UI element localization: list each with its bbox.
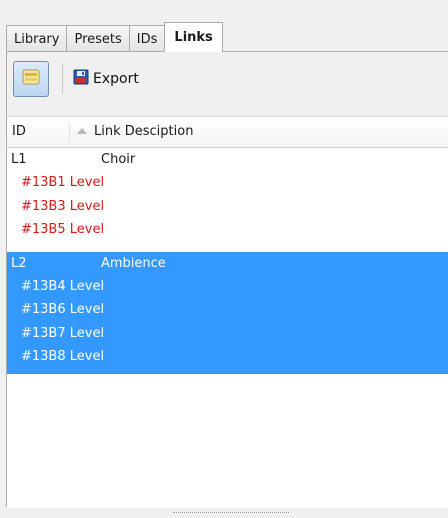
list-item[interactable]: #13B1 Level: [7, 171, 448, 195]
group-id: L2: [11, 255, 27, 271]
tab-ids[interactable]: IDs: [128, 25, 166, 52]
tab-strip: Library Presets IDs Links: [6, 22, 223, 52]
column-header-description[interactable]: Link Desciption: [94, 124, 193, 139]
tab-links[interactable]: Links: [164, 22, 223, 52]
resize-grip[interactable]: [173, 512, 289, 515]
list-item[interactable]: #13B8 Level: [7, 345, 448, 369]
list-item[interactable]: #13B7 Level: [7, 322, 448, 346]
toolbar: Export: [7, 52, 448, 110]
link-list-icon: [21, 68, 41, 90]
group-id: L1: [11, 152, 27, 167]
export-label: Export: [93, 71, 139, 87]
link-group-l1[interactable]: L1 Choir #13B1 Level #13B3 Level #13B5 L…: [7, 148, 448, 252]
export-button[interactable]: Export: [73, 68, 139, 90]
grid-header: ID Link Desciption: [7, 117, 448, 148]
list-item[interactable]: #13B3 Level: [7, 195, 448, 219]
list-item[interactable]: #13B5 Level: [7, 218, 448, 242]
group-row[interactable]: L1 Choir: [7, 148, 448, 171]
sort-ascending-icon: [77, 128, 87, 134]
column-divider: [69, 122, 70, 142]
column-header-id[interactable]: ID: [12, 124, 26, 139]
tab-presets[interactable]: Presets: [66, 25, 130, 52]
links-window: Library Presets IDs Links Export ID Link…: [0, 0, 448, 518]
list-item[interactable]: #13B4 Level: [7, 275, 448, 299]
group-row[interactable]: L2 Ambience: [7, 252, 448, 275]
floppy-disk-icon: [73, 69, 93, 89]
link-group-l2[interactable]: L2 Ambience #13B4 Level #13B6 Level #13B…: [7, 251, 448, 374]
group-description: Choir: [101, 152, 136, 167]
links-panel: Export ID Link Desciption L1 Choir #13B1…: [6, 51, 448, 508]
toolbar-separator: [62, 64, 63, 94]
list-item[interactable]: #13B6 Level: [7, 298, 448, 322]
links-grid[interactable]: ID Link Desciption L1 Choir #13B1 Level …: [7, 116, 448, 508]
link-list-button[interactable]: [13, 61, 49, 97]
group-description: Ambience: [101, 255, 166, 271]
tab-library[interactable]: Library: [6, 25, 68, 52]
